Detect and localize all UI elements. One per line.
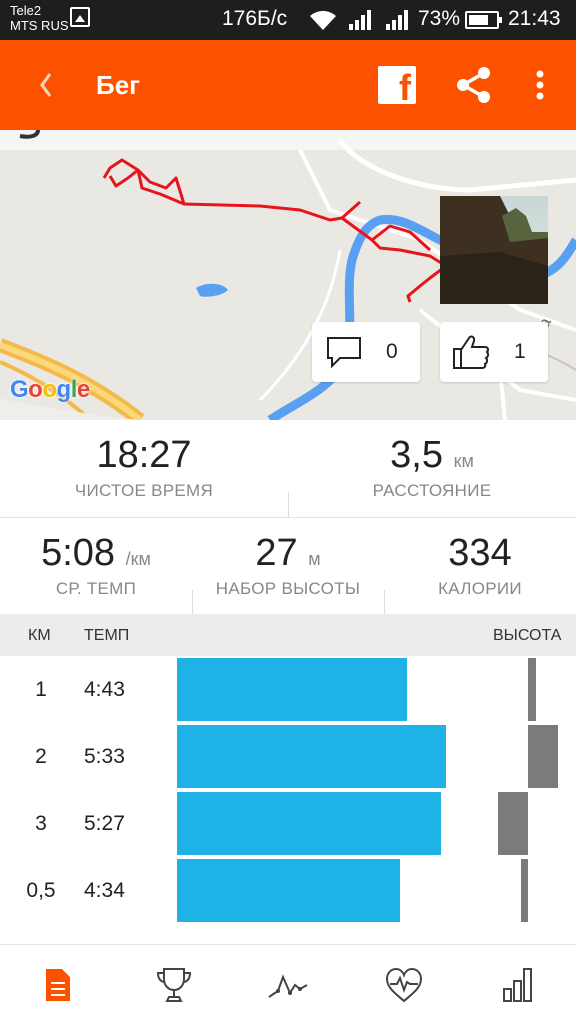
route-map[interactable]: Клязьма Google 0 1 — [0, 130, 576, 420]
elevation-gain-label: НАБОР ВЫСОТЫ — [215, 579, 361, 598]
comments-count: 0 — [386, 340, 398, 363]
battery-icon — [465, 11, 502, 29]
distance-unit: км — [453, 451, 474, 471]
split-elevation-bar — [520, 859, 528, 922]
splits-pace-header: ТЕМП — [84, 627, 130, 644]
signal-icon — [349, 10, 371, 30]
split-km: 3 — [35, 812, 47, 835]
split-pace: 4:34 — [84, 879, 125, 902]
split-elevation-bar — [528, 658, 536, 721]
split-pace: 4:43 — [84, 678, 125, 701]
distance-label: РАССТОЯНИЕ — [372, 481, 492, 500]
activity-graph-icon — [268, 974, 308, 998]
bar-chart-icon — [503, 968, 532, 1002]
split-row: 1 4:43 — [0, 656, 576, 723]
likes-button[interactable]: 1 — [440, 322, 548, 382]
image-icon — [70, 7, 90, 27]
splits-km-header: КМ — [28, 627, 51, 644]
elevation-gain-value: 27 — [255, 532, 298, 574]
google-logo: Google — [10, 376, 90, 403]
distance-stat: 3,5 км РАССТОЯНИЕ — [288, 434, 576, 501]
trophy-icon — [156, 968, 192, 1002]
split-km: 2 — [35, 745, 47, 768]
split-row: 3 5:27 — [0, 790, 576, 857]
signal-icon — [386, 10, 408, 30]
comment-icon — [327, 337, 361, 368]
avg-pace-label: СР. ТЕМП — [55, 579, 137, 598]
elevation-gain-unit: м — [308, 549, 321, 569]
photo-image — [440, 196, 548, 304]
moving-time-label: ЧИСТОЕ ВРЕМЯ — [74, 481, 214, 500]
calories-stat: 334 КАЛОРИИ — [384, 532, 576, 599]
calories-label: КАЛОРИИ — [438, 579, 522, 598]
split-row: 0,5 4:34 — [0, 857, 576, 924]
facebook-share-button[interactable]: f — [378, 66, 416, 104]
carrier-1: Tele2 — [10, 3, 42, 18]
more-options-button[interactable] — [526, 68, 554, 104]
wifi-icon — [310, 10, 336, 30]
carrier-2: MTS RUS — [10, 18, 69, 33]
document-icon — [46, 969, 70, 1001]
split-elevation-bar — [498, 792, 528, 855]
split-pace-bar — [177, 658, 407, 721]
activity-photo-thumbnail[interactable] — [440, 196, 548, 304]
thumbs-up-icon — [453, 335, 490, 369]
moving-time-value: 18:27 — [96, 434, 192, 476]
bottom-navigation — [0, 944, 576, 1024]
moving-time-stat: 18:27 ЧИСТОЕ ВРЕМЯ — [0, 434, 288, 501]
distance-value: 3,5 — [390, 434, 443, 476]
network-speed: 176Б/с — [222, 7, 288, 30]
nav-heart-rate-tab[interactable] — [382, 963, 426, 1007]
calories-value: 334 — [448, 532, 512, 574]
nav-achievements-tab[interactable] — [152, 963, 196, 1007]
avg-pace-unit: /км — [125, 549, 151, 569]
split-pace-bar — [177, 725, 446, 788]
split-pace-bar — [177, 859, 400, 922]
split-pace: 5:33 — [84, 745, 125, 768]
elevation-gain-stat: 27 м НАБОР ВЫСОТЫ — [192, 532, 384, 599]
nav-stats-tab[interactable] — [496, 963, 540, 1007]
heart-rate-icon — [385, 967, 423, 1003]
split-km: 0,5 — [26, 879, 56, 902]
app-bar: Бег f — [0, 40, 576, 130]
share-icon — [457, 67, 490, 103]
avg-pace-stat: 5:08 /км СР. ТЕМП — [0, 532, 192, 599]
back-button[interactable] — [30, 66, 64, 104]
chevron-left-icon — [40, 73, 52, 97]
nav-overview-tab[interactable] — [36, 963, 80, 1007]
carrier-info: Tele2 MTS RUS — [10, 3, 69, 33]
split-row: 2 5:33 — [0, 723, 576, 790]
split-pace: 5:27 — [84, 812, 125, 835]
avg-pace-value: 5:08 — [41, 532, 116, 574]
likes-count: 1 — [514, 340, 526, 363]
split-elevation-bar — [528, 725, 558, 788]
splits-elevation-header: ВЫСОТА — [493, 627, 562, 644]
battery-percent: 73% — [418, 7, 461, 30]
nav-analysis-tab[interactable] — [266, 963, 310, 1007]
page-title: Бег — [96, 70, 140, 100]
clock: 21:43 — [508, 7, 561, 30]
split-pace-bar — [177, 792, 441, 855]
more-vert-icon — [536, 70, 544, 100]
status-bar: Tele2 MTS RUS 176Б/с 73% 21:43 — [0, 0, 576, 40]
splits-header: КМ ТЕМП ВЫСОТА — [0, 614, 576, 656]
split-km: 1 — [35, 678, 47, 701]
share-button[interactable] — [454, 66, 494, 104]
divider — [0, 517, 576, 518]
facebook-icon: f — [399, 67, 411, 104]
comments-button[interactable]: 0 — [312, 322, 420, 382]
